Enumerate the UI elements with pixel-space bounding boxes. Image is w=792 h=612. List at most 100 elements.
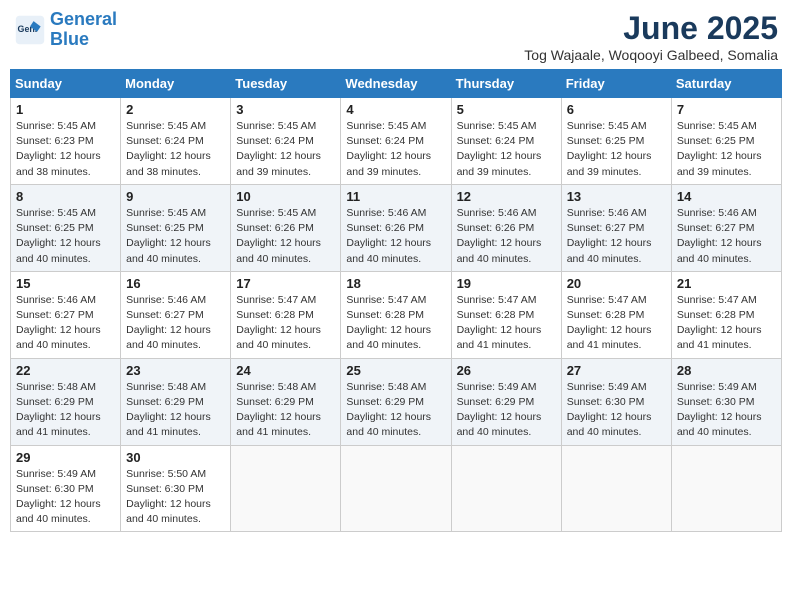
day-info: Sunrise: 5:50 AM Sunset: 6:30 PM Dayligh… — [126, 467, 225, 528]
sunrise-text: Sunrise: 5:48 AM — [126, 380, 225, 395]
day-number: 8 — [16, 189, 115, 204]
day-info: Sunrise: 5:46 AM Sunset: 6:27 PM Dayligh… — [567, 206, 666, 267]
sunrise-text: Sunrise: 5:47 AM — [457, 293, 556, 308]
day-number: 24 — [236, 363, 335, 378]
sunrise-text: Sunrise: 5:45 AM — [126, 206, 225, 221]
sunset-text: Sunset: 6:30 PM — [16, 482, 115, 497]
day-cell-22: 22 Sunrise: 5:48 AM Sunset: 6:29 PM Dayl… — [11, 358, 121, 445]
daylight-text: Daylight: 12 hours and 40 minutes. — [126, 323, 225, 353]
day-number: 7 — [677, 102, 776, 117]
sunset-text: Sunset: 6:25 PM — [16, 221, 115, 236]
day-cell-3: 3 Sunrise: 5:45 AM Sunset: 6:24 PM Dayli… — [231, 98, 341, 185]
day-info: Sunrise: 5:45 AM Sunset: 6:23 PM Dayligh… — [16, 119, 115, 180]
day-info: Sunrise: 5:46 AM Sunset: 6:27 PM Dayligh… — [16, 293, 115, 354]
day-number: 28 — [677, 363, 776, 378]
daylight-text: Daylight: 12 hours and 40 minutes. — [567, 236, 666, 266]
day-number: 20 — [567, 276, 666, 291]
day-cell-17: 17 Sunrise: 5:47 AM Sunset: 6:28 PM Dayl… — [231, 271, 341, 358]
empty-cell — [231, 445, 341, 532]
daylight-text: Daylight: 12 hours and 40 minutes. — [16, 236, 115, 266]
week-row-4: 22 Sunrise: 5:48 AM Sunset: 6:29 PM Dayl… — [11, 358, 782, 445]
day-cell-27: 27 Sunrise: 5:49 AM Sunset: 6:30 PM Dayl… — [561, 358, 671, 445]
col-header-sunday: Sunday — [11, 70, 121, 98]
header-row: SundayMondayTuesdayWednesdayThursdayFrid… — [11, 70, 782, 98]
week-row-3: 15 Sunrise: 5:46 AM Sunset: 6:27 PM Dayl… — [11, 271, 782, 358]
day-info: Sunrise: 5:46 AM Sunset: 6:27 PM Dayligh… — [126, 293, 225, 354]
sunset-text: Sunset: 6:23 PM — [16, 134, 115, 149]
month-title: June 2025 — [524, 10, 778, 47]
sunrise-text: Sunrise: 5:45 AM — [567, 119, 666, 134]
sunset-text: Sunset: 6:26 PM — [346, 221, 445, 236]
sunrise-text: Sunrise: 5:45 AM — [16, 119, 115, 134]
day-info: Sunrise: 5:45 AM Sunset: 6:25 PM Dayligh… — [567, 119, 666, 180]
day-number: 14 — [677, 189, 776, 204]
daylight-text: Daylight: 12 hours and 41 minutes. — [677, 323, 776, 353]
daylight-text: Daylight: 12 hours and 40 minutes. — [346, 236, 445, 266]
daylight-text: Daylight: 12 hours and 38 minutes. — [126, 149, 225, 179]
sunset-text: Sunset: 6:28 PM — [677, 308, 776, 323]
sunset-text: Sunset: 6:24 PM — [126, 134, 225, 149]
day-info: Sunrise: 5:48 AM Sunset: 6:29 PM Dayligh… — [16, 380, 115, 441]
sunrise-text: Sunrise: 5:45 AM — [236, 206, 335, 221]
day-cell-13: 13 Sunrise: 5:46 AM Sunset: 6:27 PM Dayl… — [561, 184, 671, 271]
daylight-text: Daylight: 12 hours and 40 minutes. — [236, 236, 335, 266]
day-info: Sunrise: 5:49 AM Sunset: 6:30 PM Dayligh… — [16, 467, 115, 528]
day-info: Sunrise: 5:45 AM Sunset: 6:25 PM Dayligh… — [126, 206, 225, 267]
week-row-1: 1 Sunrise: 5:45 AM Sunset: 6:23 PM Dayli… — [11, 98, 782, 185]
day-cell-19: 19 Sunrise: 5:47 AM Sunset: 6:28 PM Dayl… — [451, 271, 561, 358]
logo-text: General Blue — [50, 10, 117, 50]
day-cell-26: 26 Sunrise: 5:49 AM Sunset: 6:29 PM Dayl… — [451, 358, 561, 445]
day-info: Sunrise: 5:46 AM Sunset: 6:27 PM Dayligh… — [677, 206, 776, 267]
day-number: 26 — [457, 363, 556, 378]
day-cell-15: 15 Sunrise: 5:46 AM Sunset: 6:27 PM Dayl… — [11, 271, 121, 358]
daylight-text: Daylight: 12 hours and 40 minutes. — [457, 236, 556, 266]
sunrise-text: Sunrise: 5:48 AM — [236, 380, 335, 395]
daylight-text: Daylight: 12 hours and 39 minutes. — [677, 149, 776, 179]
sunrise-text: Sunrise: 5:47 AM — [567, 293, 666, 308]
sunrise-text: Sunrise: 5:49 AM — [457, 380, 556, 395]
sunrise-text: Sunrise: 5:45 AM — [677, 119, 776, 134]
day-info: Sunrise: 5:45 AM Sunset: 6:25 PM Dayligh… — [16, 206, 115, 267]
day-number: 6 — [567, 102, 666, 117]
week-row-5: 29 Sunrise: 5:49 AM Sunset: 6:30 PM Dayl… — [11, 445, 782, 532]
col-header-tuesday: Tuesday — [231, 70, 341, 98]
day-cell-24: 24 Sunrise: 5:48 AM Sunset: 6:29 PM Dayl… — [231, 358, 341, 445]
daylight-text: Daylight: 12 hours and 40 minutes. — [16, 497, 115, 527]
day-number: 27 — [567, 363, 666, 378]
day-cell-4: 4 Sunrise: 5:45 AM Sunset: 6:24 PM Dayli… — [341, 98, 451, 185]
sunset-text: Sunset: 6:27 PM — [567, 221, 666, 236]
daylight-text: Daylight: 12 hours and 40 minutes. — [677, 236, 776, 266]
day-number: 15 — [16, 276, 115, 291]
sunset-text: Sunset: 6:29 PM — [346, 395, 445, 410]
day-info: Sunrise: 5:46 AM Sunset: 6:26 PM Dayligh… — [457, 206, 556, 267]
sunset-text: Sunset: 6:24 PM — [457, 134, 556, 149]
daylight-text: Daylight: 12 hours and 40 minutes. — [677, 410, 776, 440]
empty-cell — [561, 445, 671, 532]
day-cell-23: 23 Sunrise: 5:48 AM Sunset: 6:29 PM Dayl… — [121, 358, 231, 445]
sunrise-text: Sunrise: 5:48 AM — [346, 380, 445, 395]
day-number: 25 — [346, 363, 445, 378]
day-cell-2: 2 Sunrise: 5:45 AM Sunset: 6:24 PM Dayli… — [121, 98, 231, 185]
sunset-text: Sunset: 6:28 PM — [457, 308, 556, 323]
day-info: Sunrise: 5:45 AM Sunset: 6:24 PM Dayligh… — [346, 119, 445, 180]
day-number: 22 — [16, 363, 115, 378]
day-number: 1 — [16, 102, 115, 117]
daylight-text: Daylight: 12 hours and 39 minutes. — [457, 149, 556, 179]
sunset-text: Sunset: 6:28 PM — [236, 308, 335, 323]
daylight-text: Daylight: 12 hours and 38 minutes. — [16, 149, 115, 179]
sunrise-text: Sunrise: 5:47 AM — [677, 293, 776, 308]
sunset-text: Sunset: 6:29 PM — [16, 395, 115, 410]
day-info: Sunrise: 5:48 AM Sunset: 6:29 PM Dayligh… — [126, 380, 225, 441]
day-info: Sunrise: 5:45 AM Sunset: 6:25 PM Dayligh… — [677, 119, 776, 180]
day-info: Sunrise: 5:47 AM Sunset: 6:28 PM Dayligh… — [567, 293, 666, 354]
sunrise-text: Sunrise: 5:49 AM — [16, 467, 115, 482]
day-info: Sunrise: 5:45 AM Sunset: 6:24 PM Dayligh… — [457, 119, 556, 180]
location-title: Tog Wajaale, Woqooyi Galbeed, Somalia — [524, 47, 778, 63]
sunset-text: Sunset: 6:29 PM — [126, 395, 225, 410]
sunset-text: Sunset: 6:28 PM — [567, 308, 666, 323]
day-cell-7: 7 Sunrise: 5:45 AM Sunset: 6:25 PM Dayli… — [671, 98, 781, 185]
empty-cell — [451, 445, 561, 532]
day-number: 2 — [126, 102, 225, 117]
logo: Gen. General Blue — [14, 10, 117, 50]
day-number: 5 — [457, 102, 556, 117]
